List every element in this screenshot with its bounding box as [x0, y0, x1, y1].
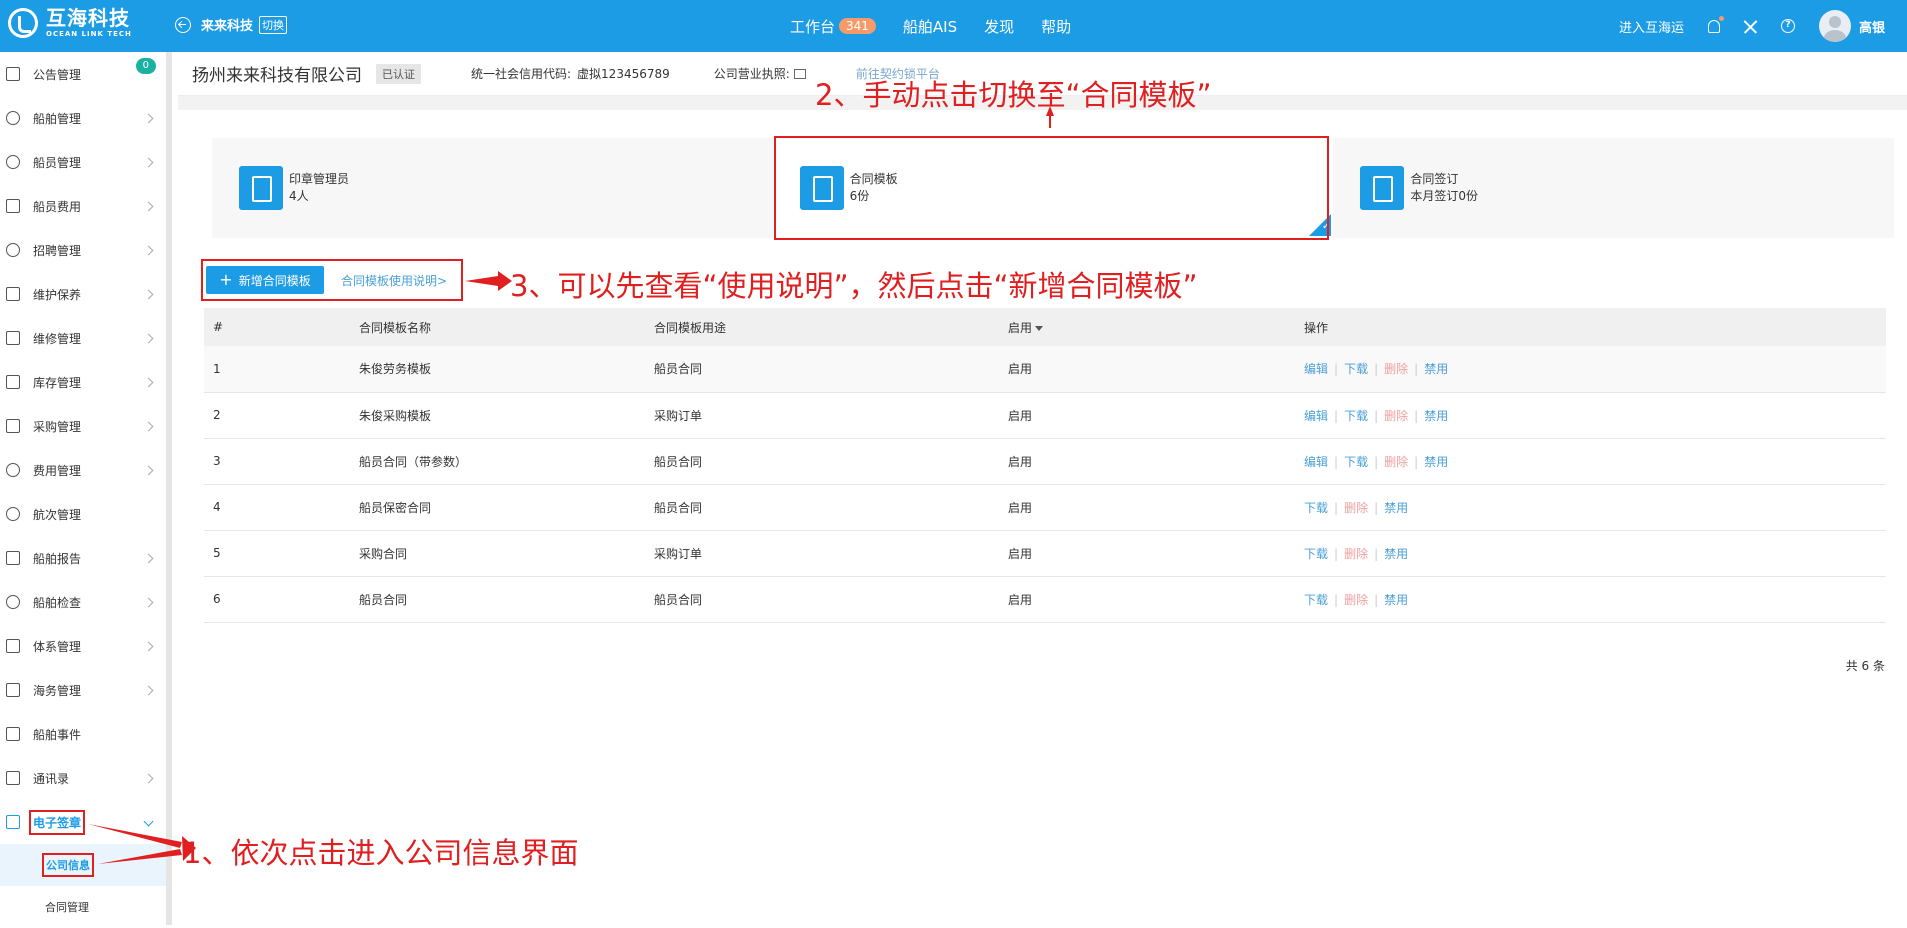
annotation-arrows: [88, 106, 1054, 864]
arrow-step1-upper: [88, 824, 182, 848]
annotation-step-2: 2、手动点击切换至“合同模板”: [815, 78, 1212, 112]
arrow-step3: [465, 276, 498, 286]
arrow-step1-lower: [98, 849, 182, 864]
annotation-step-3: 3、可以先查看“使用说明”，然后点击“新增合同模板”: [510, 269, 1198, 303]
annotation-step-1: 1、依次点击进入公司信息界面: [183, 836, 579, 870]
